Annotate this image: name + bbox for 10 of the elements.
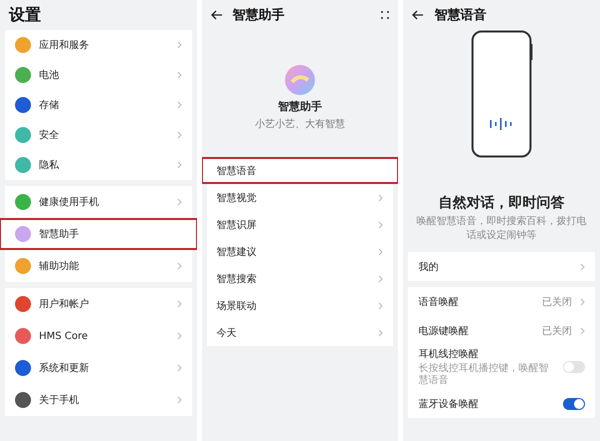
app-name: 智慧助手 — [278, 99, 322, 114]
page-title: 智慧语音 — [434, 6, 488, 24]
page-title: 设置 — [9, 4, 41, 26]
page-title: 智慧助手 — [232, 6, 286, 24]
voice-item[interactable]: 我的 — [408, 252, 596, 281]
description: 唤醒智慧语音，即时搜索百科，拨打电话或设定闹钟等 — [416, 215, 588, 242]
settings-item[interactable]: 智慧助手 — [0, 218, 197, 250]
assistant-item[interactable]: 智慧语音 — [202, 157, 398, 184]
headline: 自然对话，即时问答 — [438, 194, 565, 212]
app-slogan: 小艺小艺、大有智慧 — [255, 118, 345, 131]
